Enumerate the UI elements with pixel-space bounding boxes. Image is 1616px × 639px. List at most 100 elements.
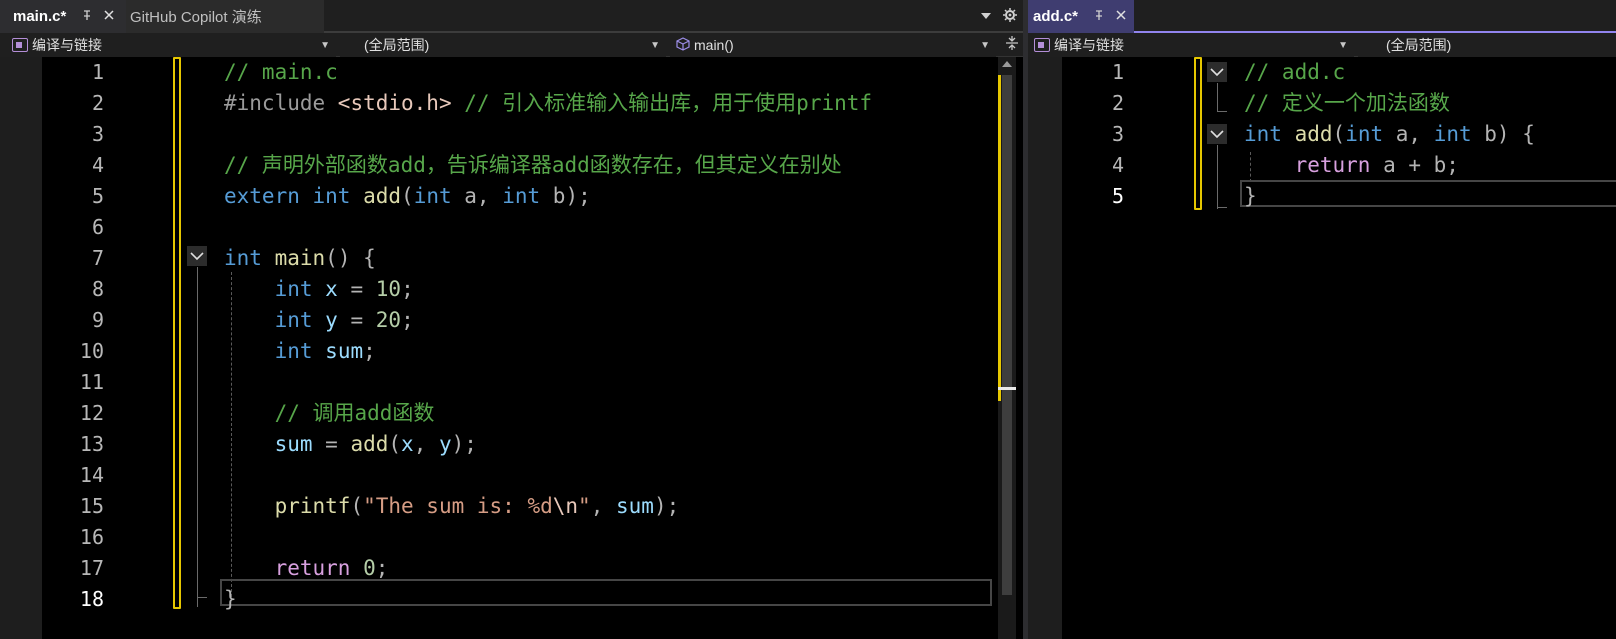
code-line[interactable]: #include <stdio.h> // 引入标准输入输出库，用于使用prin…: [224, 88, 872, 119]
code-editor[interactable]: 1 2 3 4 5 6 7 8 9 10 11 12 13 14 15 16 17 18 // main.c #in…: [0, 57, 1023, 639]
code-token: "The sum is: %d: [363, 494, 553, 518]
scrollbar-change-mark: [998, 75, 1001, 401]
project-dropdown[interactable]: 编译与链接 ▼: [1028, 33, 1354, 57]
tab-add-c[interactable]: add.c*: [1028, 0, 1134, 33]
code-token: ;: [375, 556, 389, 580]
code-token: );: [653, 494, 680, 518]
code-line[interactable]: // 定义一个加法函数: [1244, 88, 1450, 119]
line-number: 1: [1111, 60, 1124, 84]
fold-chevron-icon[interactable]: [1207, 62, 1227, 82]
fold-chevron-icon[interactable]: [187, 246, 207, 266]
code-token: (: [1332, 122, 1346, 146]
scope-dropdown[interactable]: (全局范围): [1358, 33, 1616, 57]
gear-icon[interactable]: [1003, 7, 1017, 26]
navigation-bar: 编译与链接 ▼ (全局范围): [1028, 33, 1616, 57]
code-token: extern: [224, 184, 300, 208]
line-number: 5: [91, 184, 104, 208]
line-number: 18: [79, 587, 104, 611]
code-token: a,: [1383, 122, 1434, 146]
chevron-down-icon: ▼: [650, 39, 660, 51]
code-line[interactable]: extern int add(int a, int b);: [224, 181, 591, 212]
code-token: // add.c: [1244, 60, 1346, 84]
chevron-down-icon[interactable]: [981, 9, 991, 24]
chevron-down-icon: ▼: [320, 39, 330, 51]
code-token: // main.c: [224, 60, 338, 84]
project-label: 编译与链接: [32, 37, 102, 53]
split-editor-icon[interactable]: [1005, 35, 1019, 55]
code-line[interactable]: // 调用add函数: [224, 398, 435, 429]
code-line[interactable]: int y = 20;: [224, 305, 414, 336]
code-token: <stdio.h>: [337, 91, 452, 115]
code-line[interactable]: int add(int a, int b) {: [1244, 119, 1535, 150]
pin-icon[interactable]: [1092, 9, 1106, 24]
line-number: 14: [79, 463, 104, 487]
code-token: int: [224, 246, 262, 270]
code-token: ;: [363, 339, 376, 363]
scrollbar-thumb[interactable]: [1002, 75, 1012, 595]
code-line[interactable]: // add.c: [1244, 57, 1345, 88]
chevron-down-icon: ▼: [980, 39, 990, 51]
code-token: =: [337, 308, 376, 332]
code-line[interactable]: int main() {: [224, 243, 376, 274]
code-line[interactable]: }: [1244, 181, 1257, 212]
vertical-scrollbar[interactable]: [998, 57, 1016, 639]
fold-chevron-icon[interactable]: [1207, 124, 1227, 144]
scope-label: (全局范围): [1386, 37, 1452, 53]
member-dropdown[interactable]: main() ▼: [670, 33, 996, 57]
scope-dropdown[interactable]: (全局范围) ▼: [340, 33, 666, 57]
scroll-up-arrow[interactable]: [1002, 61, 1012, 67]
code-token: ,: [590, 494, 616, 518]
code-editor[interactable]: 1 2 3 4 5 // add.c // 定义一个加法函数 int add(int a, …: [1028, 57, 1616, 639]
tab-tools: [981, 0, 1017, 33]
line-number: 1: [91, 60, 104, 84]
change-tracking-bar: [173, 57, 181, 609]
close-icon[interactable]: [1114, 9, 1128, 24]
code-token: =: [337, 277, 376, 301]
code-token: \n: [552, 494, 579, 518]
tab-main-c[interactable]: main.c*: [0, 0, 126, 33]
code-token: // 声明外部函数add，告诉编译器add函数存在，但其定义在别处: [224, 153, 842, 177]
tab-bar: add.c*: [1028, 0, 1616, 33]
code-line[interactable]: int x = 10;: [224, 274, 414, 305]
code-line[interactable]: }: [224, 584, 237, 615]
project-label: 编译与链接: [1054, 37, 1124, 53]
code-token: // 引入标准输入输出库，用于使用printf: [464, 91, 873, 115]
code-token: sum: [274, 432, 313, 456]
project-dropdown[interactable]: 编译与链接 ▼: [0, 33, 336, 57]
code-token: int: [1345, 122, 1384, 146]
fold-outline: [1217, 83, 1218, 111]
tab-label: GitHub Copilot 演练: [130, 9, 262, 26]
selection-margin: [1028, 57, 1062, 639]
tab-github-copilot[interactable]: GitHub Copilot 演练: [126, 0, 324, 33]
current-line-highlight: [1240, 180, 1616, 207]
code-line[interactable]: int sum;: [224, 336, 376, 367]
line-number: 10: [79, 339, 104, 363]
code-line[interactable]: printf("The sum is: %d\n", sum);: [224, 491, 680, 522]
cube-icon: [676, 36, 690, 54]
chevron-down-icon: ▼: [1338, 39, 1348, 51]
line-number: 11: [79, 370, 104, 394]
close-icon[interactable]: [102, 9, 116, 24]
code-token: add: [363, 184, 402, 208]
code-token: ": [578, 494, 591, 518]
code-line[interactable]: return 0;: [224, 553, 389, 584]
code-line[interactable]: // main.c: [224, 57, 338, 88]
project-icon: [1034, 38, 1050, 52]
code-line[interactable]: sum = add(x, y);: [224, 429, 477, 460]
code-line[interactable]: return a + b;: [1244, 150, 1459, 181]
pin-icon[interactable]: [80, 9, 94, 24]
code-token: int: [413, 184, 452, 208]
code-line[interactable]: // 声明外部函数add，告诉编译器add函数存在，但其定义在别处: [224, 150, 842, 181]
code-token: a,: [451, 184, 503, 208]
